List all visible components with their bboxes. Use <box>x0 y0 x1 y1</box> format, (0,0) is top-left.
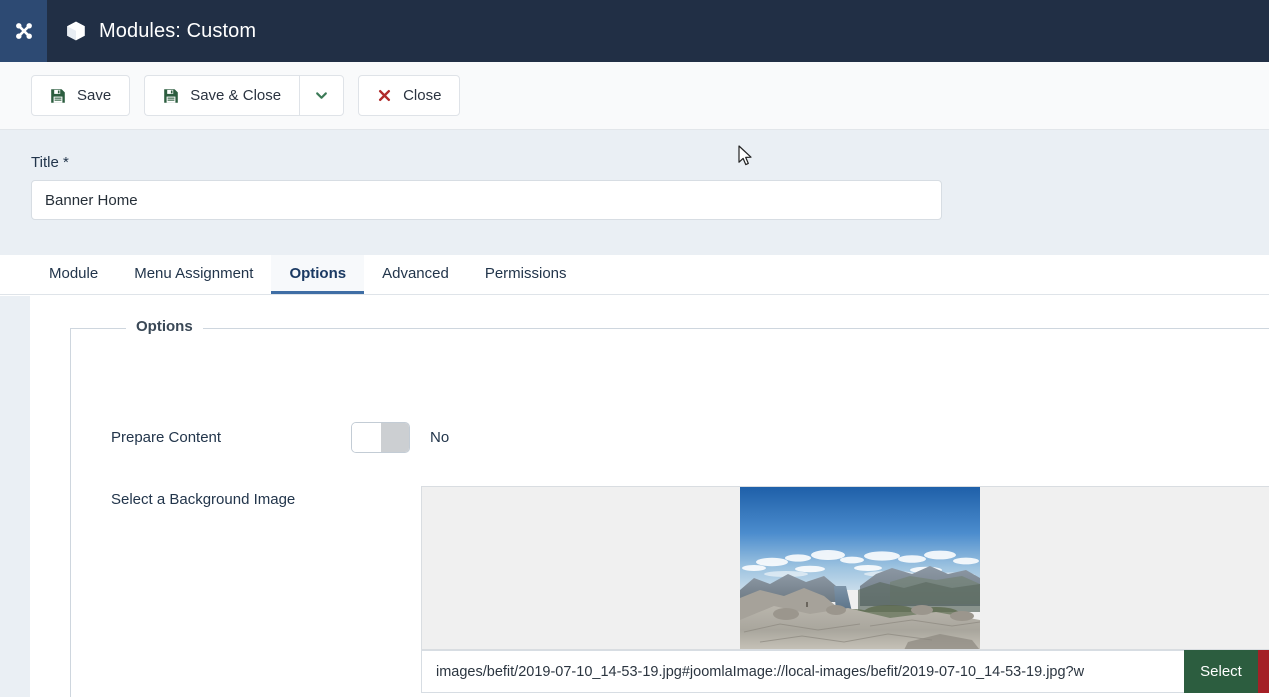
select-image-button[interactable]: Select <box>1184 650 1258 693</box>
save-options-dropdown-button[interactable] <box>299 75 345 116</box>
background-image-label-row: Select a Background Image <box>111 491 295 508</box>
cube-icon <box>65 20 87 42</box>
close-button[interactable]: Close <box>358 75 461 116</box>
background-image-preview[interactable] <box>421 486 1269 650</box>
tab-options[interactable]: Options <box>271 255 365 294</box>
tab-module[interactable]: Module <box>31 255 116 294</box>
tab-menu-assignment[interactable]: Menu Assignment <box>116 255 271 294</box>
close-x-icon <box>377 88 392 103</box>
background-image-url-input[interactable] <box>421 650 1184 693</box>
prepare-content-label: Prepare Content <box>111 429 222 446</box>
tab-permissions[interactable]: Permissions <box>467 255 585 294</box>
close-button-label: Close <box>403 87 442 104</box>
panel-left-gutter <box>0 296 30 697</box>
background-image-input-row: Select <box>421 650 1269 693</box>
tab-bar: Module Menu Assignment Options Advanced … <box>0 255 1269 295</box>
toggle-track <box>380 423 409 452</box>
toolbar: Save Save & Close Close <box>0 62 1269 130</box>
fjord-landscape-photo <box>740 487 980 649</box>
save-button-label: Save <box>77 87 112 104</box>
app-header: Modules: Custom <box>0 0 1269 62</box>
background-image-label: Select a Background Image <box>111 491 296 508</box>
toggle-knob <box>352 423 381 452</box>
joomla-logo-button[interactable] <box>0 0 47 62</box>
chevron-down-icon <box>314 88 329 103</box>
save-icon <box>50 88 66 104</box>
joomla-logo-icon <box>11 18 37 44</box>
prepare-content-row: Prepare Content No <box>111 422 449 453</box>
options-panel: Options Prepare Content No Select a Back… <box>0 296 1269 697</box>
background-image-field: Select <box>421 486 1269 693</box>
save-icon <box>163 88 179 104</box>
prepare-content-toggle[interactable] <box>351 422 410 453</box>
tab-advanced[interactable]: Advanced <box>364 255 467 294</box>
title-form-area: Title * <box>0 130 1269 255</box>
prepare-content-value: No <box>430 429 450 446</box>
options-fieldset: Options Prepare Content No Select a Back… <box>70 318 1269 697</box>
title-label: Title * <box>31 154 69 171</box>
page-title: Modules: Custom <box>99 19 257 42</box>
save-and-close-button[interactable]: Save & Close <box>144 75 300 116</box>
clear-image-button[interactable] <box>1258 650 1269 693</box>
save-button[interactable]: Save <box>31 75 131 116</box>
title-input[interactable] <box>31 180 942 220</box>
options-fieldset-legend: Options <box>126 318 203 335</box>
save-and-close-button-label: Save & Close <box>190 87 282 104</box>
save-close-button-group: Save & Close <box>144 75 345 116</box>
